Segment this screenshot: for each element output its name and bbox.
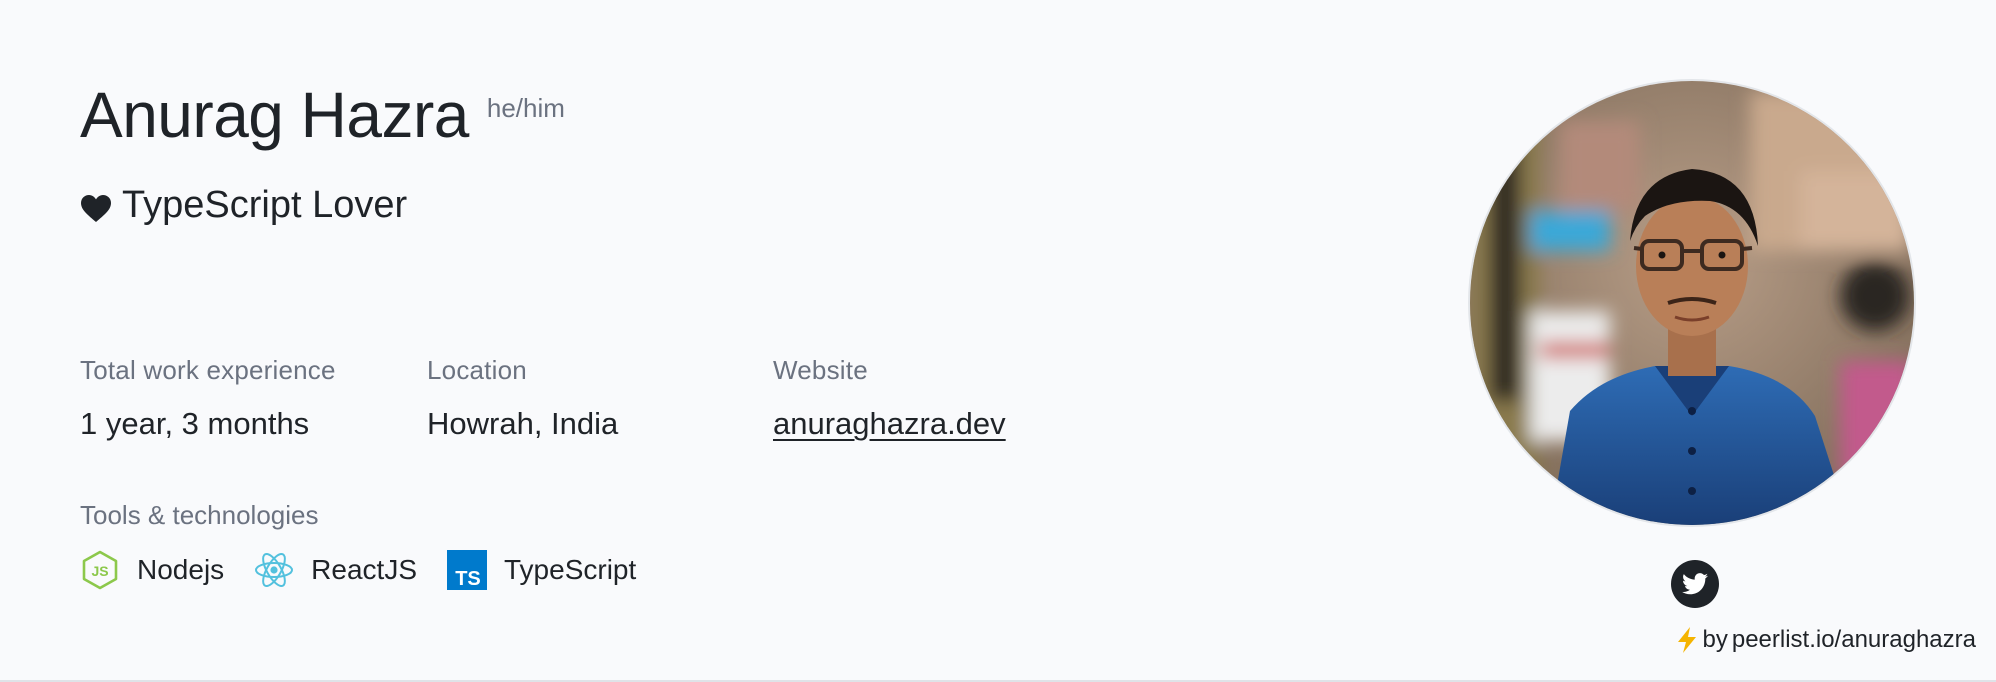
tool-label: Nodejs [137,554,225,585]
tools-label: Tools & technologies [80,500,319,530]
website-block: Website anuraghazra.dev [773,355,1006,442]
name-row: Anurag Hazra he/him [80,78,565,152]
headline-text: TypeScript Lover [122,184,408,226]
twitter-button[interactable] [1671,560,1719,608]
tool-nodejs: JS Nodejs [80,550,224,590]
react-icon [254,550,294,590]
website-link[interactable]: anuraghazra.dev [773,406,1006,442]
peerlist-credit[interactable]: by peerlist.io/anuraghazra [1676,626,1976,654]
twitter-icon [1682,573,1708,595]
tool-label: ReactJS [311,554,417,585]
nodejs-icon: JS [80,550,120,590]
profile-pronouns: he/him [486,93,565,123]
svg-text:TS: TS [455,568,481,590]
experience-label: Total work experience [80,355,336,385]
experience-value: 1 year, 3 months [80,406,310,441]
tool-reactjs: ReactJS [254,550,417,590]
credit-link: peerlist.io/anuraghazra [1731,626,1976,653]
credit-by: by [1702,626,1728,653]
tools-list: JS Nodejs ReactJS TS TypeScript [80,550,636,590]
profile-card: Anurag Hazra he/him TypeScript Lover Tot… [0,0,1996,680]
typescript-icon: TS [447,550,487,590]
location-value: Howrah, India [427,406,619,441]
avatar [1470,81,1914,525]
profile-name: Anurag Hazra [80,79,469,151]
tool-typescript: TS TypeScript [447,550,636,590]
profile-headline: TypeScript Lover [80,184,407,227]
website-label: Website [773,355,868,385]
experience-block: Total work experience 1 year, 3 months [80,355,336,442]
location-label: Location [427,355,527,385]
location-block: Location Howrah, India [427,355,618,442]
svg-text:JS: JS [91,563,108,579]
heart-icon [80,191,112,222]
tool-label: TypeScript [504,554,637,585]
lightning-bolt-icon [1676,626,1698,654]
